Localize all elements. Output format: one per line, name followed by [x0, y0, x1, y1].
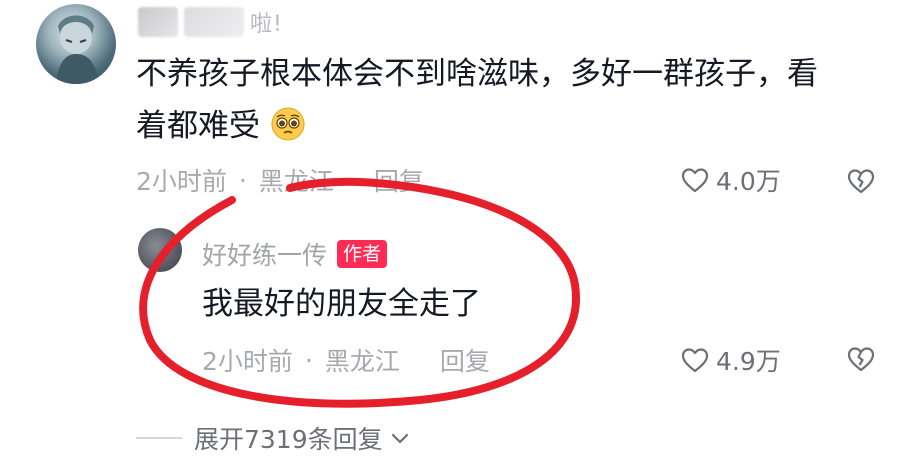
comment-meta: 2小时前 · 黑龙江 回复 [136, 160, 424, 200]
reply-avatar[interactable] [138, 228, 182, 272]
reply-location: 黑龙江 [324, 347, 400, 376]
comment-location: 黑龙江 [258, 167, 334, 196]
commenter-name-tail: 啦! [250, 12, 283, 37]
reply-dislike-button[interactable] [846, 344, 876, 374]
broken-heart-icon [847, 347, 875, 372]
comment-text-line2: 着都难受 [136, 108, 260, 144]
comment-like-button[interactable]: 4.0万 [680, 162, 781, 198]
commenter-avatar-image [56, 15, 98, 84]
comment-reply-button[interactable]: 回复 [374, 162, 424, 198]
reply-time: 2小时前 [202, 347, 293, 376]
expand-replies-button[interactable]: 展开7319条回复 [136, 420, 411, 456]
commenter-name-row[interactable]: 啦! [138, 2, 283, 42]
blurred-name-part [184, 7, 244, 37]
reply-reply-button[interactable]: 回复 [440, 342, 490, 378]
comment-dislike-button[interactable] [846, 166, 876, 196]
reply-like-count: 4.9万 [716, 347, 781, 376]
comment-text: 不养孩子根本体会不到啥滋味，多好一群孩子，看 着都难受 [136, 48, 896, 152]
reply-author-name[interactable]: 好好练一传 [202, 236, 327, 272]
expand-replies-label: 展开7319条回复 [194, 425, 383, 454]
broken-heart-icon [847, 169, 875, 194]
author-badge: 作者 [337, 240, 388, 268]
commenter-avatar[interactable] [36, 4, 116, 84]
expand-divider [136, 437, 182, 439]
comment-text-line1: 不养孩子根本体会不到啥滋味，多好一群孩子，看 [136, 56, 818, 92]
reply-like-button[interactable]: 4.9万 [680, 342, 781, 378]
meta-separator: · [238, 165, 247, 195]
pleading-face-emoji [271, 107, 305, 141]
comment-like-count: 4.0万 [716, 167, 781, 196]
reply-meta: 2小时前 · 黑龙江 回复 [202, 340, 490, 380]
heart-outline-icon [681, 168, 709, 193]
blurred-name-part [138, 7, 178, 37]
reply-name-row: 好好练一传 作者 [202, 236, 388, 272]
meta-separator: · [304, 345, 313, 375]
reply-text: 我最好的朋友全走了 [202, 286, 481, 322]
comment-time: 2小时前 [136, 167, 227, 196]
heart-outline-icon [681, 348, 709, 373]
chevron-down-icon [391, 433, 408, 444]
